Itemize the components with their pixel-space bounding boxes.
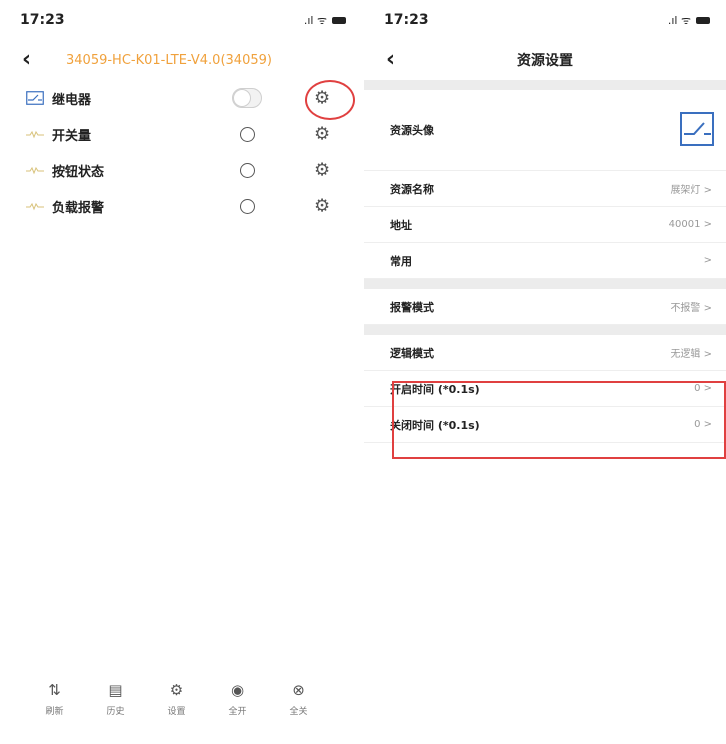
settings-gear-icon[interactable]: ⚙ bbox=[314, 160, 330, 181]
tab-label: 全关 bbox=[289, 707, 308, 717]
status-bar: 17:23 .ıl ᯤ bbox=[0, 0, 362, 40]
all-off-icon: ⊗ bbox=[292, 681, 305, 699]
setting-label: 常用 bbox=[390, 254, 412, 268]
tab-settings[interactable]: ⚙ 设置 bbox=[146, 680, 207, 730]
resource-label: 继电器 bbox=[52, 92, 92, 108]
bottom-tab-bar: ⇅ 刷新 ▤ 历史 ⚙ 设置 ◉ 全开 ⊗ 全关 bbox=[0, 680, 362, 730]
signal-wifi-icon: .ıl ᯤ bbox=[667, 13, 691, 27]
status-radio[interactable] bbox=[239, 162, 255, 178]
section-divider bbox=[364, 80, 726, 90]
setting-common[interactable]: 常用 > bbox=[364, 243, 726, 279]
tab-label: 历史 bbox=[106, 707, 125, 717]
status-radio[interactable] bbox=[239, 198, 255, 214]
resource-row-load-alarm[interactable]: 负载报警 ⚙ bbox=[0, 188, 362, 224]
resource-label: 按钮状态 bbox=[52, 164, 105, 180]
setting-value: 展架灯 > bbox=[670, 185, 712, 196]
section-divider bbox=[364, 325, 726, 335]
back-icon[interactable]: ‹ bbox=[386, 49, 395, 71]
tab-all-off[interactable]: ⊗ 全关 bbox=[268, 680, 329, 730]
setting-name[interactable]: 资源名称 展架灯 > bbox=[364, 171, 726, 207]
device-title: 34059-HC-K01-LTE-V4.0(34059) bbox=[66, 52, 272, 68]
resource-row-button-state[interactable]: 按钮状态 ⚙ bbox=[0, 152, 362, 188]
system-icons: .ıl ᯤ bbox=[668, 13, 710, 28]
all-on-icon: ◉ bbox=[230, 681, 245, 699]
setting-value: 无逻辑 > bbox=[670, 349, 712, 360]
setting-avatar[interactable]: 资源头像 bbox=[364, 90, 726, 171]
relay-toggle[interactable] bbox=[232, 88, 262, 108]
tab-history[interactable]: ▤ 历史 bbox=[85, 680, 146, 730]
battery-icon bbox=[696, 16, 710, 24]
setting-label: 报警模式 bbox=[390, 300, 434, 314]
history-icon: ▤ bbox=[108, 681, 123, 699]
setting-address[interactable]: 地址 40001 > bbox=[364, 207, 726, 243]
settings-gear-icon[interactable]: ⚙ bbox=[314, 196, 330, 217]
highlight-box bbox=[392, 381, 726, 459]
resource-row-switch[interactable]: 开关量 ⚙ bbox=[0, 116, 362, 152]
signal-wifi-icon: .ıl ᯤ bbox=[303, 13, 327, 27]
signal-line-icon bbox=[26, 202, 44, 211]
settings-icon: ⚙ bbox=[169, 681, 184, 699]
system-icons: .ıl ᯤ bbox=[304, 13, 346, 28]
status-time: 17:23 bbox=[384, 12, 429, 28]
section-divider bbox=[364, 279, 726, 289]
setting-value: > bbox=[703, 255, 712, 266]
resource-settings-screen: 17:23 .ıl ᯤ ‹ 资源设置 资源头像 资源名称 展架灯 > 地址 40… bbox=[364, 0, 726, 744]
tab-label: 刷新 bbox=[45, 707, 64, 717]
nav-bar: ‹ 34059-HC-K01-LTE-V4.0(34059) bbox=[0, 40, 362, 80]
settings-gear-icon[interactable]: ⚙ bbox=[314, 124, 330, 145]
setting-label: 逻辑模式 bbox=[390, 346, 434, 360]
tab-refresh[interactable]: ⇅ 刷新 bbox=[24, 680, 85, 730]
device-screen: 17:23 .ıl ᯤ ‹ 34059-HC-K01-LTE-V4.0(3405… bbox=[0, 0, 362, 744]
setting-label: 资源名称 bbox=[390, 182, 434, 196]
status-time: 17:23 bbox=[20, 12, 65, 28]
battery-icon bbox=[332, 16, 346, 24]
back-icon[interactable]: ‹ bbox=[22, 49, 31, 71]
setting-value: 40001 > bbox=[668, 219, 712, 230]
setting-logic-mode[interactable]: 逻辑模式 无逻辑 > bbox=[364, 335, 726, 371]
signal-line-icon bbox=[26, 166, 44, 175]
refresh-icon: ⇅ bbox=[48, 681, 61, 699]
status-bar: 17:23 .ıl ᯤ bbox=[364, 0, 726, 40]
setting-alarm-mode[interactable]: 报警模式 不报警 > bbox=[364, 289, 726, 325]
nav-bar: ‹ 资源设置 bbox=[364, 40, 726, 80]
tab-label: 全开 bbox=[228, 707, 247, 717]
signal-line-icon bbox=[26, 130, 44, 139]
relay-icon bbox=[26, 91, 44, 105]
setting-value: 不报警 > bbox=[670, 303, 712, 314]
tab-all-on[interactable]: ◉ 全开 bbox=[207, 680, 268, 730]
setting-label: 资源头像 bbox=[390, 124, 434, 137]
resource-label: 负载报警 bbox=[52, 200, 105, 216]
tab-label: 设置 bbox=[167, 707, 186, 717]
status-radio[interactable] bbox=[239, 126, 255, 142]
page-title: 资源设置 bbox=[517, 53, 573, 69]
highlight-circle bbox=[305, 80, 355, 120]
relay-avatar-icon bbox=[680, 112, 714, 146]
resource-label: 开关量 bbox=[52, 128, 92, 144]
setting-label: 地址 bbox=[390, 218, 412, 232]
